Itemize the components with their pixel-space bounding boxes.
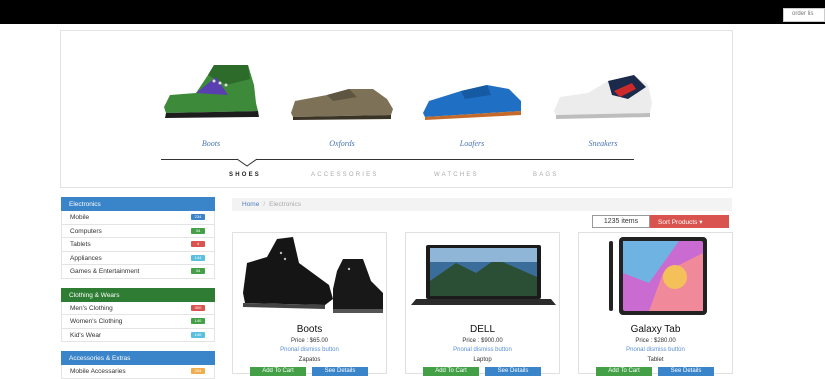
add-to-cart-button[interactable]: Add To Cart <box>250 367 306 376</box>
active-tab-indicator <box>237 158 257 167</box>
category-loafers[interactable]: Loafers <box>417 55 527 148</box>
count-badge: 140 <box>191 331 205 338</box>
product-title: Galaxy Tab <box>630 324 681 335</box>
product-price: Price : $900.00 <box>462 338 503 344</box>
tab-bags[interactable]: BAGS <box>533 172 558 178</box>
sidebar-item-mobile[interactable]: Mobile 234 <box>61 211 215 225</box>
sneaker-image <box>548 55 658 123</box>
product-image <box>233 233 386 321</box>
product-card: Boots Price : $65.00 Pnonal dismiss butt… <box>232 232 387 376</box>
tab-shoes[interactable]: SHOES <box>229 172 261 178</box>
sidebar-item-label: Mobile <box>70 214 90 221</box>
category-oxfords[interactable]: Oxfords <box>287 55 397 148</box>
product-card: Galaxy Tab Price : $280.00 Pnonal dismis… <box>578 232 733 376</box>
loafer-image <box>417 55 527 123</box>
product-category: Tablet <box>647 357 664 363</box>
category-label: Sneakers <box>588 139 618 148</box>
sidebar-item-mobile-accessories[interactable]: Mobile Accessaries 204 <box>61 365 215 379</box>
oxford-image <box>287 55 397 123</box>
sidebar-item-appliances[interactable]: Appliances 144 <box>61 251 215 265</box>
category-tabs: SHOES ACCESSORIES WATCHES BAGS <box>161 172 634 184</box>
tab-accessories[interactable]: ACCESSORIES <box>311 172 379 178</box>
sidebar-item-label: Women's Clothing <box>70 318 123 325</box>
sidebar-item-computers[interactable]: Computers 34 <box>61 224 215 238</box>
count-badge: 234 <box>191 214 205 220</box>
dismiss-link[interactable]: Pnonal dismiss button <box>233 347 386 353</box>
count-badge: 144 <box>191 254 205 261</box>
sidebar-item-label: Appliances <box>70 254 102 262</box>
count-badge: 204 <box>191 368 205 374</box>
count-badge: 34 <box>191 227 205 234</box>
category-boots[interactable]: Boots <box>156 55 266 148</box>
breadcrumb-separator: / <box>263 201 266 208</box>
search-input[interactable]: order lis <box>783 8 825 22</box>
tab-watches[interactable]: WATCHES <box>434 172 479 178</box>
sidebar-item-label: Kid's Wear <box>70 331 102 339</box>
sidebar-item-womens-clothing[interactable]: Women's Clothing 140 <box>61 315 215 329</box>
product-category: Laptop <box>473 357 492 363</box>
sidebar-item-kids-wear[interactable]: Kid's Wear 140 <box>61 328 215 342</box>
see-details-button[interactable]: See Details <box>658 367 714 376</box>
product-title: DELL <box>469 324 495 335</box>
sidebar-item-tablets[interactable]: Tablets 4 <box>61 238 215 252</box>
sidebar-item-label: Games & Entertainment <box>70 268 140 275</box>
product-image <box>579 233 732 321</box>
breadcrumb-home-link[interactable]: Home <box>242 201 259 208</box>
count-badge: 34 <box>191 268 205 274</box>
category-label: Loafers <box>459 139 485 148</box>
product-image <box>406 233 559 321</box>
count-badge: 4 <box>191 241 205 247</box>
sidebar-group-clothing[interactable]: Clothing & Wears <box>61 287 215 302</box>
sidebar-item-mens-clothing[interactable]: Men's Clothing 300 <box>61 301 215 315</box>
dismiss-link[interactable]: Pnonal dismiss button <box>406 347 559 353</box>
caret-down-icon: ▾ <box>699 219 703 226</box>
add-to-cart-button[interactable]: Add To Cart <box>423 367 479 376</box>
tab-divider <box>161 159 634 160</box>
see-details-button[interactable]: See Details <box>485 367 541 376</box>
product-title: Boots <box>296 324 323 335</box>
sort-products-button[interactable]: Sort Products ▾ <box>650 215 729 228</box>
add-to-cart-button[interactable]: Add To Cart <box>596 367 652 376</box>
product-price: Price : $65.00 <box>290 338 329 344</box>
items-count: 1235 items <box>592 215 650 228</box>
product-category: Zapatos <box>298 357 321 363</box>
boot-image <box>156 55 266 123</box>
top-bar: order lis <box>0 0 825 24</box>
sort-label: Sort Products <box>658 219 698 226</box>
category-sneakers[interactable]: Sneakers <box>548 55 658 148</box>
sidebar-item-games[interactable]: Games & Entertainment 34 <box>61 265 215 279</box>
count-badge: 140 <box>191 318 205 324</box>
sidebar-item-label: Tablets <box>70 241 91 248</box>
product-card: DELL Price : $900.00 Pnonal dismiss butt… <box>405 232 560 376</box>
count-badge: 300 <box>191 304 205 311</box>
sidebar-item-label: Men's Clothing <box>70 304 113 312</box>
dismiss-link[interactable]: Pnonal dismiss button <box>579 347 732 353</box>
see-details-button[interactable]: See Details <box>312 367 368 376</box>
sidebar-item-label: Computers <box>70 227 102 235</box>
product-price: Price : $280.00 <box>635 338 676 344</box>
sidebar-group-electronics[interactable]: Electronics <box>61 197 215 211</box>
breadcrumb: Home / Electronics <box>232 198 732 211</box>
category-label: Oxfords <box>329 139 355 148</box>
breadcrumb-current: Electronics <box>269 201 301 208</box>
category-sidebar: Electronics Mobile 234 Computers 34 Tablet… <box>61 197 215 379</box>
category-label: Boots <box>201 139 221 148</box>
category-showcase: Boots Oxfords Loafers Sneakers SHOES ACC… <box>60 30 733 188</box>
sidebar-group-accessories[interactable]: Accessories & Extras <box>61 351 215 365</box>
